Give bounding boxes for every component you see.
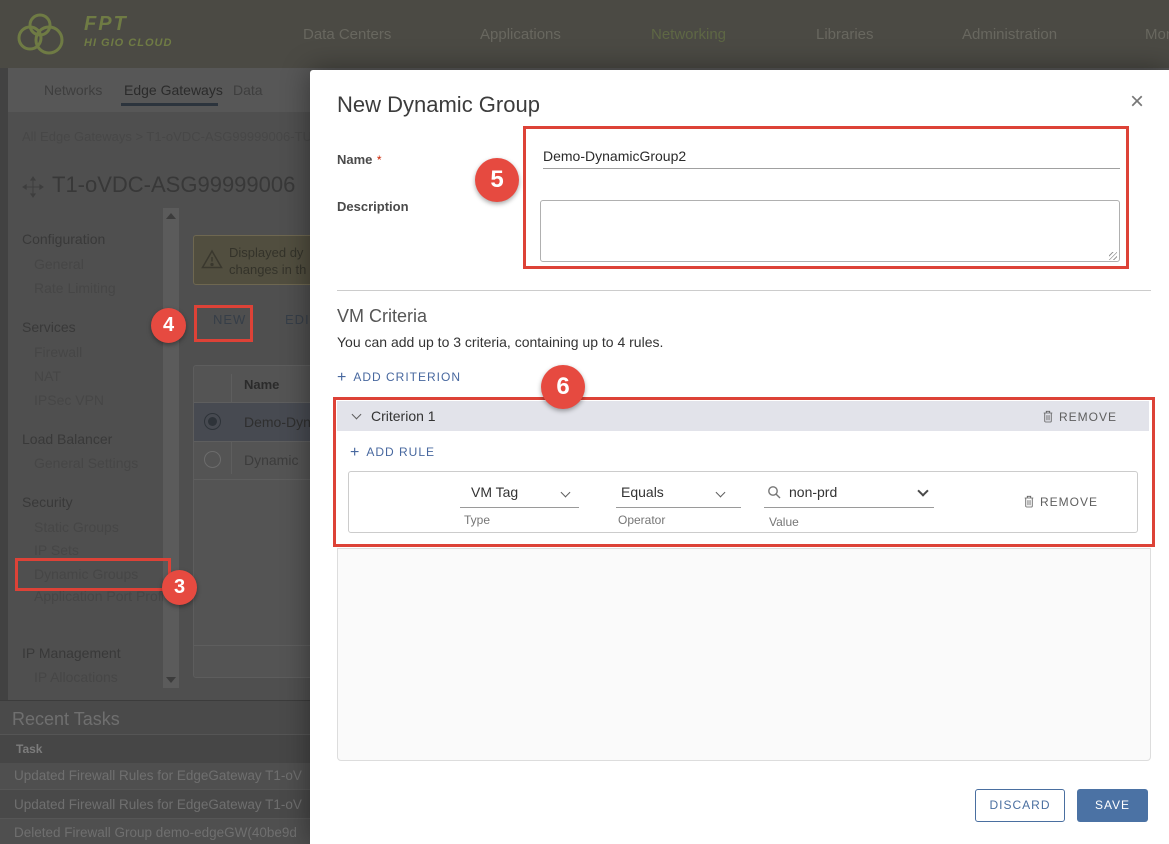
nav-item-administration[interactable]: Administration	[962, 26, 1057, 43]
radio-unselected-icon[interactable]	[204, 451, 221, 468]
close-icon[interactable]: ×	[1130, 90, 1144, 114]
sidebar-item-dynamic-groups[interactable]: Dynamic Groups	[34, 566, 138, 582]
dialog-title: New Dynamic Group	[337, 92, 540, 117]
move-icon	[22, 176, 44, 203]
sidebar-scrollbar[interactable]	[163, 208, 179, 688]
trash-icon	[1043, 410, 1053, 423]
sidebar-item-application-port-profiles[interactable]: Application Port Profiles	[34, 588, 183, 605]
warning-icon	[201, 249, 223, 274]
top-navigation-bar: FPT HI GIO CLOUD Data Centers Applicatio…	[0, 0, 1169, 68]
sidebar-item-ip-allocations[interactable]: IP Allocations	[34, 669, 118, 685]
operator-underline	[616, 507, 741, 508]
nav-item-applications[interactable]: Applications	[480, 26, 561, 43]
table-cell-name: Demo-Dyn	[244, 414, 311, 430]
nav-item-networking[interactable]: Networking	[651, 26, 726, 43]
table-header-name: Name	[244, 377, 280, 392]
sidebar-item-static-groups[interactable]: Static Groups	[34, 519, 119, 535]
sidebar-item-ip-sets[interactable]: IP Sets	[34, 542, 79, 558]
sidebar-header-configuration: Configuration	[22, 231, 106, 247]
alert-text-line2: changes in th	[229, 262, 307, 277]
sidebar-item-general[interactable]: General	[34, 256, 84, 272]
rule-operator-select[interactable]: Equals	[621, 484, 664, 500]
save-button[interactable]: SAVE	[1077, 789, 1148, 822]
chevron-down-icon[interactable]	[715, 487, 726, 498]
add-criterion-button[interactable]: + ADD CRITERION	[337, 369, 461, 387]
recent-tasks-title[interactable]: Recent Tasks	[12, 709, 120, 730]
brand-logo-line2: HI GIO CLOUD	[84, 37, 173, 49]
nav-item-libraries[interactable]: Libraries	[816, 26, 874, 43]
screen: FPT HI GIO CLOUD Data Centers Applicatio…	[0, 0, 1169, 844]
trash-icon	[1024, 495, 1034, 508]
sidebar-header-load-balancer: Load Balancer	[22, 431, 113, 447]
rule-row: VM Tag Type Equals Operator non-prd Valu…	[348, 471, 1138, 533]
criterion-remove-button[interactable]: REMOVE	[1042, 409, 1117, 424]
nav-item-monitor[interactable]: Monitor	[1145, 26, 1169, 43]
description-textarea[interactable]	[540, 200, 1120, 262]
chevron-down-icon[interactable]	[560, 487, 571, 498]
sidebar-header-services: Services	[22, 319, 76, 335]
breadcrumb[interactable]: All Edge Gateways > T1-oVDC-ASG99999006-…	[22, 129, 312, 144]
sidebar-header-ip-management: IP Management	[22, 645, 121, 661]
vm-criteria-hint: You can add up to 3 criteria, containing…	[337, 334, 664, 350]
tab-edge-gateways[interactable]: Edge Gateways	[124, 82, 223, 98]
radio-selected-icon[interactable]	[204, 413, 221, 430]
scroll-down-icon[interactable]	[166, 677, 176, 683]
rule-type-select[interactable]: VM Tag	[471, 484, 518, 500]
section-divider	[337, 290, 1151, 291]
tasks-column-task: Task	[16, 742, 43, 756]
tab-data[interactable]: Data	[233, 82, 263, 98]
sidebar-header-security: Security	[22, 494, 73, 510]
name-input[interactable]	[543, 143, 1120, 169]
sidebar-item-nat[interactable]: NAT	[34, 368, 61, 384]
nav-item-data-centers[interactable]: Data Centers	[303, 26, 391, 43]
new-dynamic-group-dialog: New Dynamic Group × Name * Description V…	[310, 70, 1169, 844]
search-icon	[767, 485, 781, 504]
criterion-title: Criterion 1	[371, 408, 436, 424]
sidebar-item-ipsec-vpn[interactable]: IPSec VPN	[34, 392, 104, 408]
vm-criteria-heading: VM Criteria	[337, 306, 428, 326]
name-label: Name *	[337, 152, 382, 167]
task-row-text: Updated Firewall Rules for EdgeGateway T…	[14, 797, 302, 812]
alert-text-line1: Displayed dy	[229, 245, 304, 260]
textarea-resize-handle[interactable]	[1109, 252, 1117, 260]
page-title: T1-oVDC-ASG99999006	[52, 172, 296, 197]
new-button[interactable]: NEW	[213, 312, 246, 327]
discard-button[interactable]: DISCARD	[975, 789, 1065, 822]
task-row-text: Updated Firewall Rules for EdgeGateway T…	[14, 768, 302, 783]
scroll-up-icon[interactable]	[166, 213, 176, 219]
value-underline	[764, 507, 934, 508]
brand-logo-line1: FPT	[84, 13, 128, 35]
task-row-text: Deleted Firewall Group demo-edgeGW(40be9…	[14, 825, 297, 840]
rule-remove-button[interactable]: REMOVE	[1023, 494, 1098, 509]
sidebar-item-firewall[interactable]: Firewall	[34, 344, 82, 360]
rule-value-label: Value	[769, 515, 799, 529]
criteria-empty-area	[337, 548, 1151, 761]
rule-operator-label: Operator	[618, 513, 666, 527]
tab-networks[interactable]: Networks	[44, 82, 102, 98]
chevron-down-icon[interactable]	[917, 485, 929, 497]
sidebar-item-general-settings[interactable]: General Settings	[34, 455, 138, 471]
required-asterisk: *	[376, 153, 382, 167]
active-tab-underline	[121, 103, 218, 106]
criterion-header[interactable]: Criterion 1 REMOVE	[337, 401, 1149, 431]
rule-value-select[interactable]: non-prd	[789, 484, 837, 500]
description-label: Description	[337, 199, 409, 214]
type-underline	[460, 507, 579, 508]
plus-icon: +	[337, 369, 348, 386]
sidebar-item-rate-limiting[interactable]: Rate Limiting	[34, 280, 116, 296]
table-cell-name: Dynamic	[244, 452, 299, 468]
chevron-down-icon[interactable]	[351, 409, 362, 420]
add-rule-button[interactable]: + ADD RULE	[350, 444, 435, 462]
brand-logo-icon	[16, 10, 78, 63]
plus-icon: +	[350, 444, 361, 461]
rule-type-label: Type	[464, 513, 491, 527]
